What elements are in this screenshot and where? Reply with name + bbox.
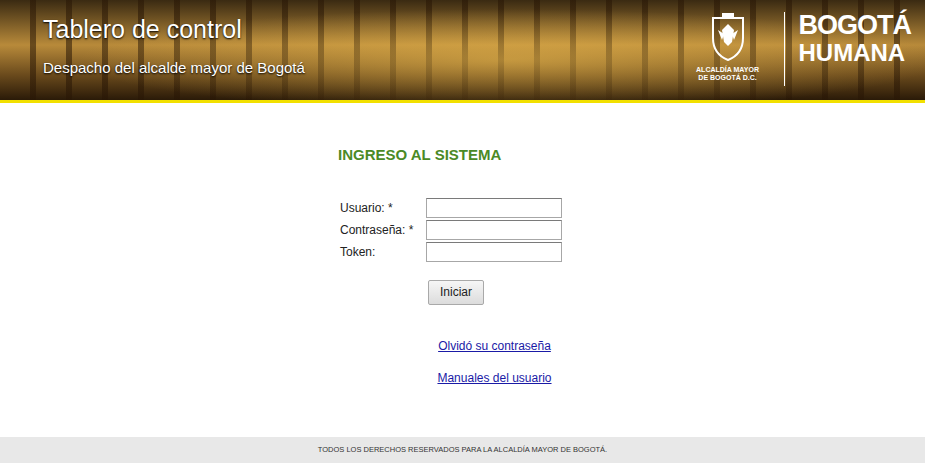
field-label: Token: (338, 243, 426, 261)
submit-button[interactable]: Iniciar (428, 280, 484, 305)
app-title: Tablero de control (43, 14, 305, 44)
footer: TODOS LOS DERECHOS RESERVADOS PARA LA AL… (0, 437, 925, 463)
brand-wordmark: BOGOTÁ HUMANA (799, 12, 912, 65)
login-heading: INGRESO AL SISTEMA (338, 146, 568, 164)
city-logo: ALCALDÍA MAYORDE BOGOTÁ D.C. BOGOTÁ HUMA… (682, 0, 925, 100)
entity-line: DE BOGOTÁ D.C. (696, 74, 759, 82)
entity-line: ALCALDÍA MAYOR (696, 66, 759, 74)
header-banner: Tablero de control Despacho del alcalde … (0, 0, 925, 103)
app-subtitle: Despacho del alcalde mayor de Bogotá (43, 58, 305, 78)
form-row: Contraseña: * (338, 219, 568, 241)
brand-top: BOGOTÁ (799, 12, 912, 39)
text-field[interactable] (426, 242, 562, 262)
field-label: Usuario: * (338, 199, 426, 217)
text-field[interactable] (426, 220, 562, 240)
coat-of-arms-icon (708, 12, 748, 62)
field-label: Contraseña: * (338, 221, 426, 239)
help-link[interactable]: Manuales del usuario (437, 371, 551, 385)
login-form: Usuario: * Contraseña: * Token: Iniciar (338, 197, 568, 305)
help-link[interactable]: Olvidó su contraseña (438, 339, 551, 353)
form-row: Usuario: * (338, 197, 568, 219)
form-row: Token: (338, 241, 568, 263)
text-field[interactable] (426, 198, 562, 218)
brand-bottom: HUMANA (799, 41, 912, 65)
